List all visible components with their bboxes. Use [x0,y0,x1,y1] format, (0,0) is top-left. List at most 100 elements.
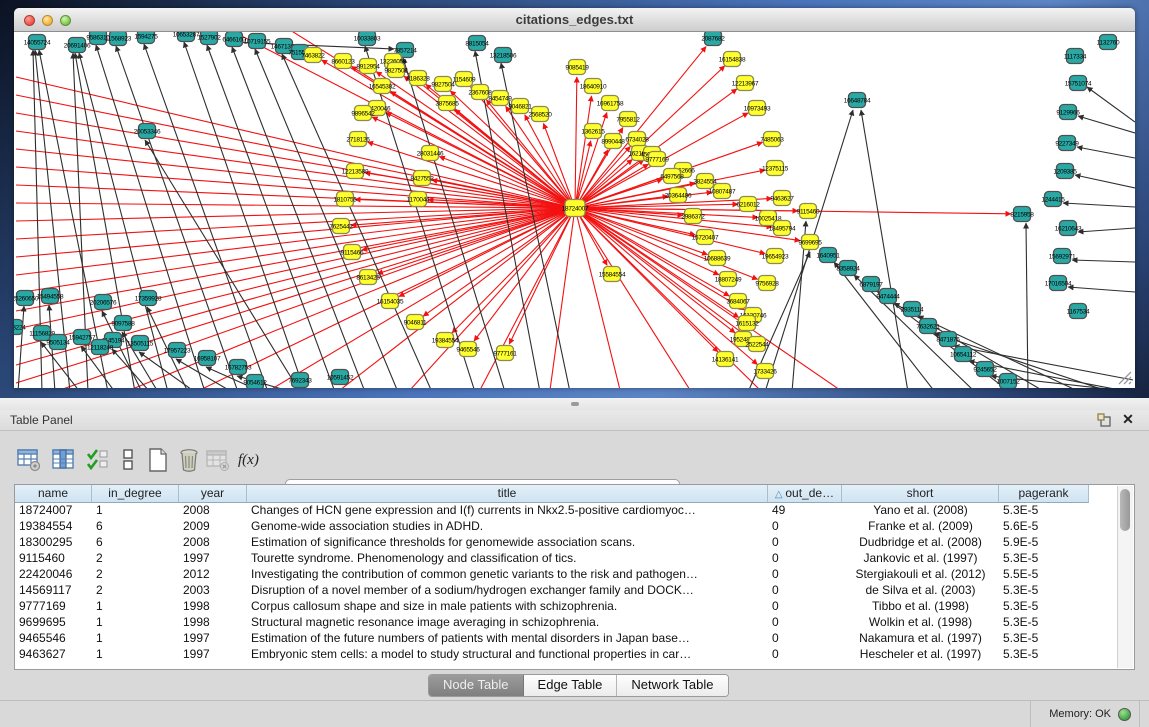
network-canvas[interactable]: 1405572420691406958631011568923159427510… [14,32,1135,388]
delete-table-trash-icon[interactable] [177,448,201,472]
table-row[interactable]: 946362711997Embryonic stem cells: a mode… [15,647,1134,663]
table-row[interactable]: 2242004622012Investigating the contribut… [15,567,1134,583]
table-cell[interactable]: Estimation of significance thresholds fo… [247,535,768,551]
table-cell[interactable]: 0 [768,615,842,631]
table-cell[interactable]: 1998 [179,615,247,631]
table-cell[interactable]: 0 [768,519,842,535]
table-cell[interactable]: Structural magnetic resonance image aver… [247,615,768,631]
table-cell[interactable]: 1997 [179,551,247,567]
table-row[interactable]: 946554611997Estimation of the future num… [15,631,1134,647]
table-options-icon[interactable] [17,448,41,472]
table-cell[interactable]: 9465546 [15,631,92,647]
table-cell[interactable]: 19384554 [15,519,92,535]
table-cell[interactable]: Corpus callosum shape and size in male p… [247,599,768,615]
table-cell[interactable]: 0 [768,647,842,663]
tab-edge-table[interactable]: Edge Table [524,675,618,696]
table-row[interactable]: 1938455462009Genome-wide association stu… [15,519,1134,535]
table-row[interactable]: 969969511998Structural magnetic resonanc… [15,615,1134,631]
table-cell[interactable]: Yano et al. (2008) [842,503,999,519]
column-header-4[interactable]: △ out_de… [768,485,842,503]
table-cell[interactable]: 2 [92,551,179,567]
table-cell[interactable]: Embryonic stem cells: a model to study s… [247,647,768,663]
table-cell[interactable]: 0 [768,599,842,615]
table-cell[interactable]: 2009 [179,519,247,535]
table-cell[interactable]: 5.3E-5 [999,583,1089,599]
table-cell[interactable]: 2003 [179,583,247,599]
table-cell[interactable]: Hescheler et al. (1997) [842,647,999,663]
resize-grip-icon[interactable] [1115,368,1133,386]
table-cell[interactable]: Nakamura et al. (1997) [842,631,999,647]
show-hide-columns-icon[interactable] [86,448,110,472]
select-columns-icon[interactable] [52,448,76,472]
close-panel-icon[interactable]: ✕ [1121,412,1135,426]
table-cell[interactable]: 1997 [179,631,247,647]
table-cell[interactable]: 0 [768,535,842,551]
splitter-handle-icon[interactable] [571,402,579,406]
table-row[interactable]: 1830029562008Estimation of significance … [15,535,1134,551]
table-cell[interactable]: 5.5E-5 [999,567,1089,583]
table-cell[interactable]: 9777169 [15,599,92,615]
table-cell[interactable]: 5.3E-5 [999,615,1089,631]
table-cell[interactable]: 5.6E-5 [999,519,1089,535]
table-cell[interactable]: 9463627 [15,647,92,663]
table-cell[interactable]: 2008 [179,535,247,551]
tab-network-table[interactable]: Network Table [617,675,727,696]
function-builder-icon[interactable]: f(x) [238,448,262,472]
scrollbar-thumb[interactable] [1120,489,1130,531]
table-cell[interactable]: Wolkin et al. (1998) [842,615,999,631]
create-table-icon[interactable] [146,448,170,472]
column-header-2[interactable]: year [179,485,247,503]
column-header-5[interactable]: short [842,485,999,503]
table-cell[interactable]: Tibbo et al. (1998) [842,599,999,615]
table-cell[interactable]: 14569117 [15,583,92,599]
table-cell[interactable]: de Silva et al. (2003) [842,583,999,599]
table-cell[interactable]: Tourette syndrome. Phenomenology and cla… [247,551,768,567]
table-cell[interactable]: 5.3E-5 [999,503,1089,519]
network-window-titlebar[interactable]: citations_edges.txt [14,8,1135,32]
table-cell[interactable]: Estimation of the future numbers of pati… [247,631,768,647]
table-cell[interactable]: 2 [92,583,179,599]
table-cell[interactable]: 5.3E-5 [999,631,1089,647]
table-cell[interactable]: 1 [92,631,179,647]
table-row[interactable]: 1872400712008Changes of HCN gene express… [15,503,1134,519]
table-cell[interactable]: 1997 [179,647,247,663]
table-cell[interactable]: 18300295 [15,535,92,551]
table-cell[interactable]: 9699695 [15,615,92,631]
column-header-0[interactable]: name [15,485,92,503]
table-cell[interactable]: 1 [92,615,179,631]
table-cell[interactable]: 5.3E-5 [999,599,1089,615]
float-panel-icon[interactable] [1097,413,1111,427]
table-row[interactable]: 911546021997Tourette syndrome. Phenomeno… [15,551,1134,567]
column-header-1[interactable]: in_degree [92,485,179,503]
row-height-icon[interactable] [116,448,140,472]
table-cell[interactable]: 9115460 [15,551,92,567]
column-header-3[interactable]: title [247,485,768,503]
table-cell[interactable]: 18724007 [15,503,92,519]
table-cell[interactable]: 22420046 [15,567,92,583]
table-cell[interactable]: 1 [92,599,179,615]
table-cell[interactable]: 1 [92,503,179,519]
table-row[interactable]: 1456911722003Disruption of a novel membe… [15,583,1134,599]
table-cell[interactable]: Jankovic et al. (1997) [842,551,999,567]
table-cell[interactable]: 0 [768,567,842,583]
panel-splitter[interactable] [0,398,1149,410]
table-cell[interactable]: Stergiakouli et al. (2012) [842,567,999,583]
table-cell[interactable]: 6 [92,535,179,551]
table-cell[interactable]: Genome-wide association studies in ADHD. [247,519,768,535]
table-cell[interactable]: 1998 [179,599,247,615]
table-cell[interactable]: 0 [768,631,842,647]
table-cell[interactable]: 0 [768,551,842,567]
table-cell[interactable]: 0 [768,583,842,599]
table-cell[interactable]: 5.3E-5 [999,551,1089,567]
table-cell[interactable]: Franke et al. (2009) [842,519,999,535]
table-cell[interactable]: Disruption of a novel member of a sodium… [247,583,768,599]
table-cell[interactable]: 2 [92,567,179,583]
table-vertical-scrollbar[interactable] [1117,486,1133,668]
table-cell[interactable]: 2012 [179,567,247,583]
table-cell[interactable]: Investigating the contribution of common… [247,567,768,583]
table-cell[interactable]: 5.3E-5 [999,647,1089,663]
table-cell[interactable]: 5.9E-5 [999,535,1089,551]
table-cell[interactable]: 1 [92,647,179,663]
table-cell[interactable]: Changes of HCN gene expression and I(f) … [247,503,768,519]
table-cell[interactable]: Dudbridge et al. (2008) [842,535,999,551]
